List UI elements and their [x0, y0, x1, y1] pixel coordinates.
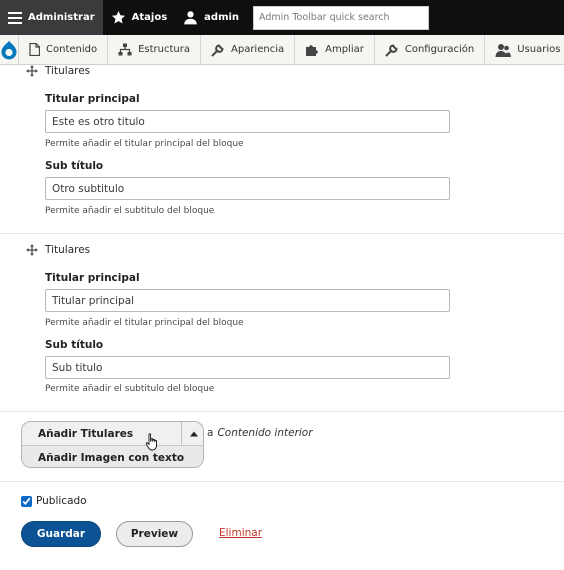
tray-item-ampliar[interactable]: Ampliar	[295, 34, 375, 65]
caret-up-icon	[189, 431, 198, 436]
tray-item-label: Contenido	[46, 44, 98, 55]
divider	[0, 481, 564, 482]
admin-toolbar-search-input[interactable]	[253, 5, 430, 30]
users-icon	[495, 43, 512, 57]
admin-toolbar: Administrar Atajos admin	[0, 0, 564, 35]
divider	[0, 411, 564, 412]
tray-item-contenido[interactable]: Contenido	[19, 34, 109, 65]
paragraph-heading-label: Titulares	[45, 65, 91, 77]
drag-handle-icon[interactable]	[26, 65, 38, 77]
subtitulo-input[interactable]	[45, 356, 450, 379]
paragraph-heading: Titulares	[26, 244, 90, 256]
tray-item-label: Apariencia	[231, 44, 285, 55]
sitemap-icon	[118, 43, 132, 56]
divider	[0, 233, 564, 234]
add-imagen-con-texto-button[interactable]: Añadir Imagen con texto	[22, 445, 203, 467]
toolbar-administrar-label: Administrar	[28, 12, 95, 23]
wrench-icon	[211, 43, 224, 57]
published-label: Publicado	[36, 495, 87, 507]
titular-principal-description: Permite añadir el titular principal del …	[45, 139, 244, 149]
add-target-prefix: a	[207, 427, 214, 439]
published-checkbox-row[interactable]: Publicado	[21, 495, 87, 507]
star-icon	[111, 10, 125, 24]
toolbar-atajos-label: Atajos	[131, 12, 168, 23]
titular-principal-description: Permite añadir el titular principal del …	[45, 318, 244, 328]
subtitulo-input[interactable]	[45, 177, 450, 200]
wrench-icon	[385, 43, 398, 57]
toolbar-user-label: admin	[204, 12, 240, 23]
published-checkbox[interactable]	[21, 495, 32, 507]
tray-item-label: Ampliar	[325, 44, 364, 55]
tray-item-usuarios[interactable]: Usuarios	[485, 35, 564, 65]
puzzle-icon	[306, 44, 318, 56]
toolbar-atajos[interactable]: Atajos	[103, 0, 176, 35]
admin-tray: Contenido Estructura Apariencia Ampliar …	[0, 34, 564, 65]
subtitulo-description: Permite añadir el subtitulo del bloque	[45, 206, 215, 216]
preview-button[interactable]: Preview	[116, 521, 193, 547]
save-button[interactable]: Guardar	[21, 521, 101, 547]
hand-cursor-icon	[145, 433, 157, 451]
user-icon	[184, 11, 197, 25]
subtitulo-description: Permite añadir el subtitulo del bloque	[45, 384, 215, 394]
titular-principal-label: Titular principal	[45, 93, 140, 105]
toolbar-user[interactable]: admin	[175, 0, 247, 35]
add-target-field: Contenido interior	[217, 427, 313, 439]
drupal-logo-icon[interactable]	[0, 34, 19, 65]
add-target-text: a Contenido interior	[207, 427, 313, 439]
titular-principal-input[interactable]	[45, 110, 450, 133]
paragraph-heading-label: Titulares	[45, 244, 91, 256]
toolbar-administrar[interactable]: Administrar	[0, 0, 103, 35]
titular-principal-input[interactable]	[45, 289, 450, 312]
menu-icon	[8, 11, 22, 24]
delete-link[interactable]: Eliminar	[219, 527, 262, 539]
subtitulo-label: Sub título	[45, 160, 104, 172]
tray-item-estructura[interactable]: Estructura	[108, 34, 201, 65]
tray-item-label: Estructura	[138, 44, 190, 55]
tray-item-label: Configuración	[404, 44, 475, 55]
file-icon	[29, 43, 40, 56]
paragraph-heading: Titulares	[26, 65, 90, 77]
titular-principal-label: Titular principal	[45, 272, 140, 284]
dropbutton-toggle[interactable]	[182, 422, 203, 445]
drag-handle-icon[interactable]	[26, 244, 38, 256]
tray-item-apariencia[interactable]: Apariencia	[201, 34, 296, 65]
tray-item-configuracion[interactable]: Configuración	[375, 34, 486, 65]
add-paragraph-dropbutton: Añadir Titulares Añadir Imagen con texto	[21, 421, 204, 468]
subtitulo-label: Sub título	[45, 339, 104, 351]
tray-item-label: Usuarios	[517, 44, 561, 55]
